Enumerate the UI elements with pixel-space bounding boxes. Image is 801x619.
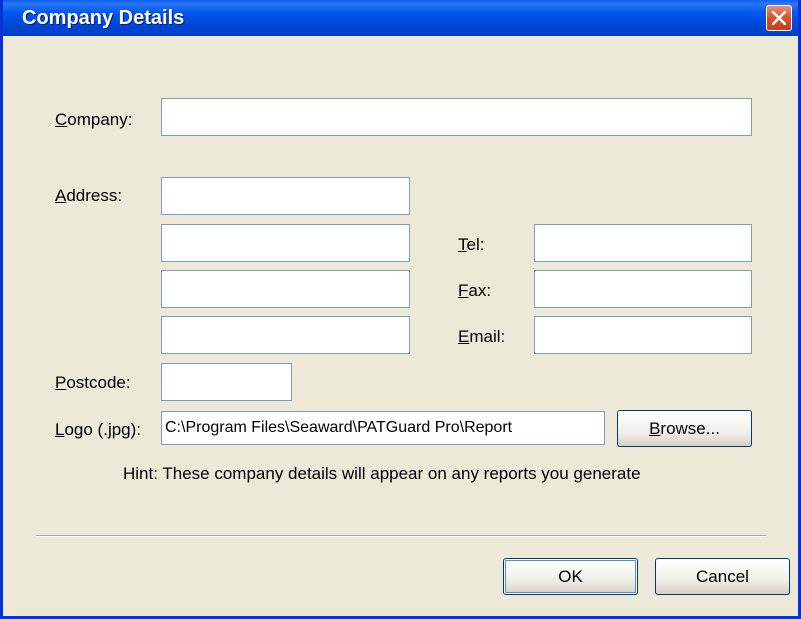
company-label: Company: [55,110,133,129]
ok-button[interactable]: OK [503,558,638,595]
postcode-input[interactable] [161,363,292,401]
fax-input[interactable] [534,270,752,308]
dialog-title: Company Details [22,7,185,29]
tel-input[interactable] [534,224,752,262]
hint-text: Hint: These company details will appear … [123,464,641,483]
postcode-label: Postcode: [55,373,131,392]
cancel-button[interactable]: Cancel [655,558,790,595]
address-line-2-input[interactable] [161,224,410,262]
fax-label: Fax: [458,281,492,300]
company-input[interactable] [161,98,752,136]
close-icon [772,11,786,25]
email-input[interactable] [534,316,752,354]
address-label: Address: [55,186,123,205]
logo-path-input[interactable] [161,411,605,445]
close-button[interactable] [766,5,792,31]
browse-button[interactable]: Browse... [617,410,752,447]
company-details-dialog: Company Details Company: Address: Tel: F… [0,0,801,619]
divider [36,535,766,537]
address-line-1-input[interactable] [161,177,410,215]
address-line-3-input[interactable] [161,270,410,308]
logo-label: Logo (.jpg): [55,420,142,439]
tel-label: Tel: [458,235,485,254]
title-bar[interactable]: Company Details [3,0,798,36]
address-line-4-input[interactable] [161,316,410,354]
email-label: Email: [458,327,506,346]
